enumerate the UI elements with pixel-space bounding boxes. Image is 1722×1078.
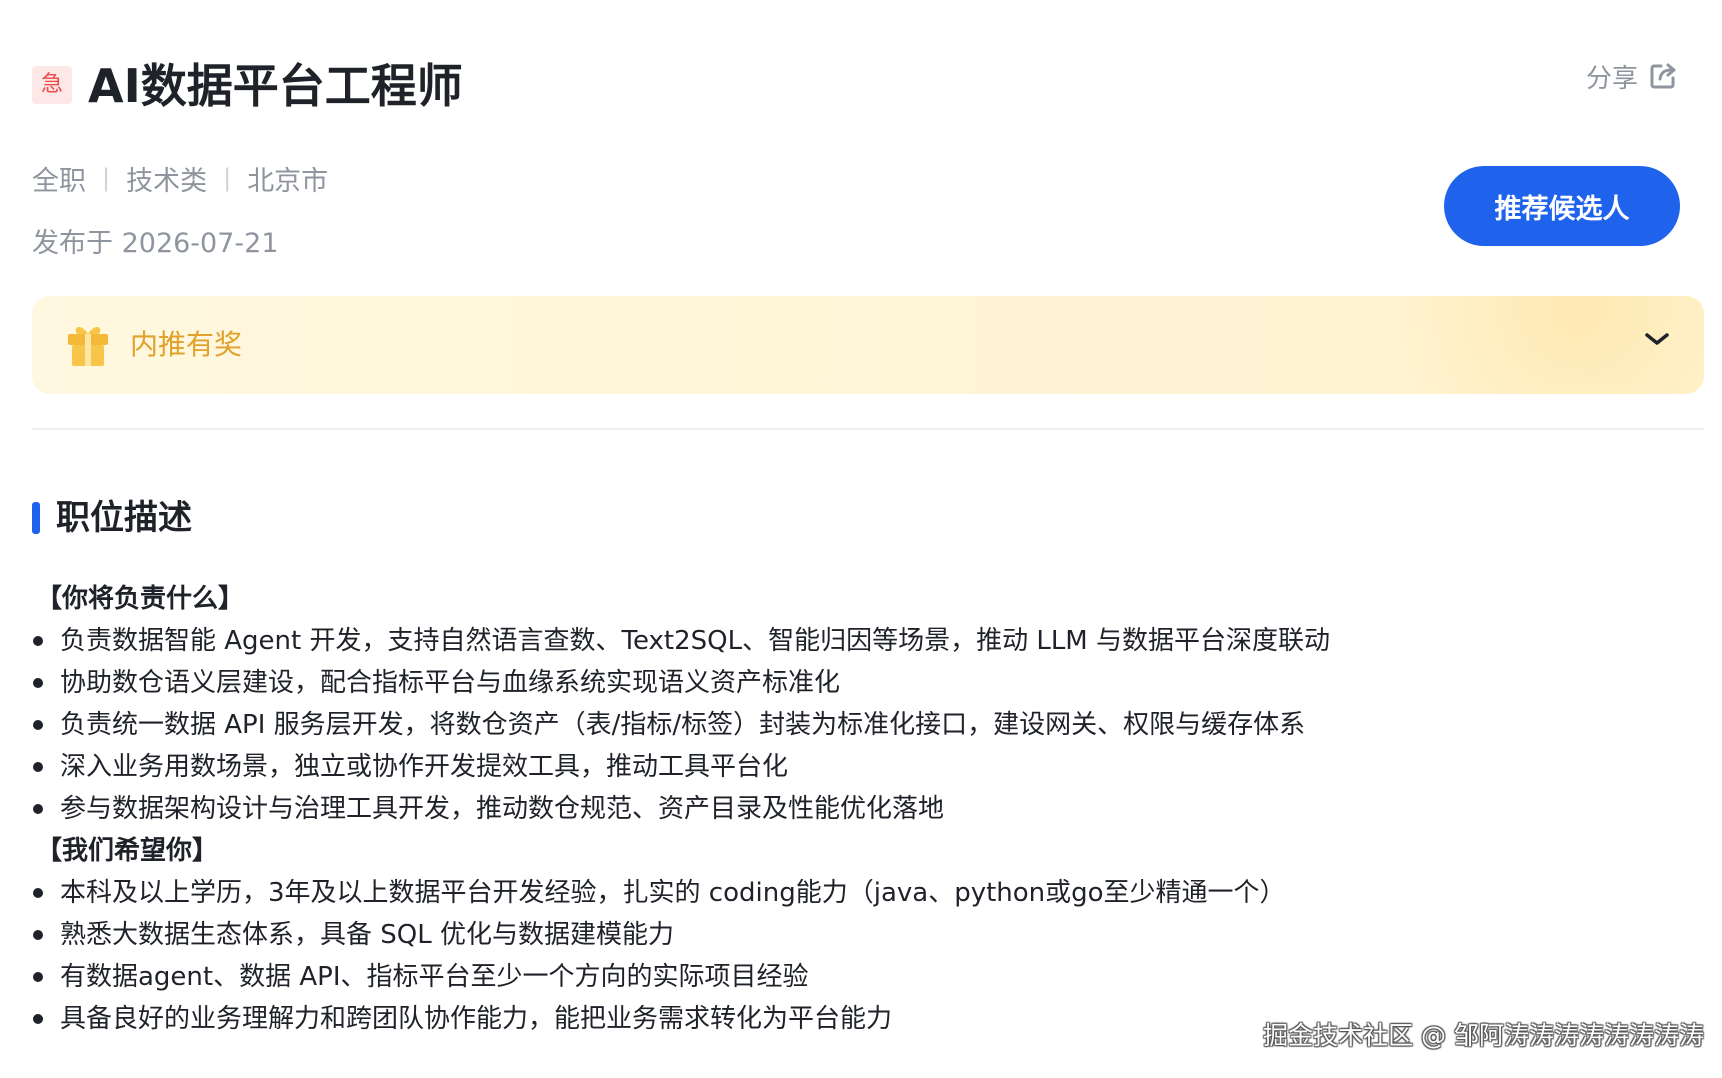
divider (32, 428, 1704, 430)
list-item: 负责数据智能 Agent 开发，支持自然语言查数、Text2SQL、智能归因等场… (32, 620, 1632, 662)
requirements-heading: 【我们希望你】 (36, 836, 219, 866)
reward-label: 内推有奖 (130, 328, 243, 361)
job-location: 北京市 (247, 165, 329, 197)
job-type: 全职 (32, 165, 86, 197)
list-item: 有数据agent、数据 API、指标平台至少一个方向的实际项目经验 (32, 956, 1632, 998)
list-item: 深入业务用数场景，独立或协作开发提效工具，推动工具平台化 (32, 746, 1632, 788)
responsibilities-list: 负责数据智能 Agent 开发，支持自然语言查数、Text2SQL、智能归因等场… (32, 620, 1632, 830)
job-category: 技术类 (126, 165, 208, 197)
urgent-tag: 急 (32, 66, 72, 104)
list-item: 参与数据架构设计与治理工具开发，推动数仓规范、资产目录及性能优化落地 (32, 788, 1632, 830)
job-title: AI数据平台工程师 (88, 59, 463, 113)
chevron-down-icon[interactable] (1644, 330, 1670, 352)
referral-reward-banner[interactable]: 内推有奖 (32, 296, 1704, 394)
section-accent-bar (32, 502, 40, 534)
requirements-list: 本科及以上学历，3年及以上数据平台开发经验，扎实的 coding能力（java、… (32, 872, 1632, 1040)
list-item: 协助数仓语义层建设，配合指标平台与血缘系统实现语义资产标准化 (32, 662, 1632, 704)
share-label: 分享 (1585, 63, 1638, 94)
list-item: 熟悉大数据生态体系，具备 SQL 优化与数据建模能力 (32, 914, 1632, 956)
job-description: 【你将负责什么】 负责数据智能 Agent 开发，支持自然语言查数、Text2S… (32, 578, 1632, 1040)
gift-icon (66, 322, 110, 372)
recommend-candidate-button[interactable]: 推荐候选人 (1444, 166, 1680, 246)
publish-date: 发布于 2026-07-21 (32, 228, 279, 259)
share-button[interactable]: 分享 (1586, 58, 1678, 94)
watermark: 掘金技术社区 @ 邹阿涛涛涛涛涛涛涛涛 (1263, 1021, 1704, 1050)
banner-decoration (1284, 296, 1704, 394)
responsibilities-heading: 【你将负责什么】 (36, 584, 245, 614)
job-meta: 全职 | 技术类 | 北京市 (32, 158, 328, 198)
section-title: 职位描述 (56, 498, 192, 538)
meta-separator: | (223, 164, 232, 192)
share-icon (1648, 61, 1678, 91)
list-item: 负责统一数据 API 服务层开发，将数仓资产（表/指标/标签）封装为标准化接口，… (32, 704, 1632, 746)
list-item: 本科及以上学历，3年及以上数据平台开发经验，扎实的 coding能力（java、… (32, 872, 1632, 914)
meta-separator: | (102, 164, 111, 192)
